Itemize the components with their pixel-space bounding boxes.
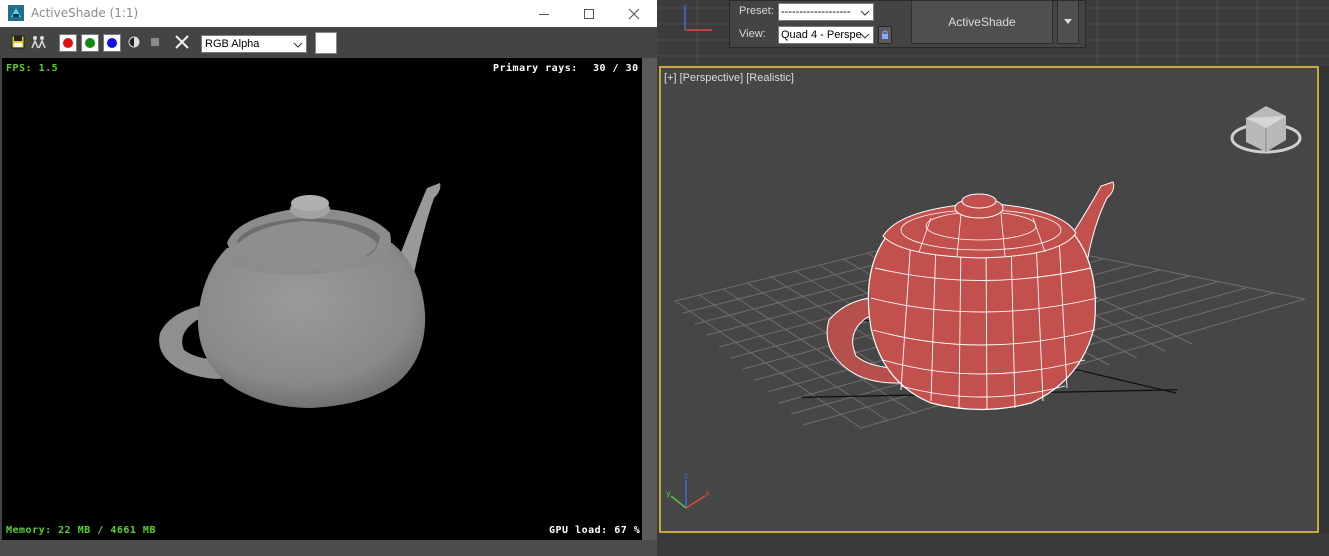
max-app-icon xyxy=(8,5,24,21)
perspective-viewport[interactable]: [+] [Perspective] [Realistic] z x y xyxy=(659,66,1319,533)
chevron-down-icon xyxy=(860,7,870,20)
view-select-value: Quad 4 - Perspe xyxy=(781,29,862,41)
channel-select[interactable]: RGB Alpha xyxy=(201,35,307,53)
red-channel-icon[interactable] xyxy=(59,34,77,52)
chevron-down-icon xyxy=(1064,19,1072,24)
window-bottom-edge xyxy=(0,540,657,556)
green-channel-icon[interactable] xyxy=(81,34,99,52)
color-swatch[interactable] xyxy=(315,32,337,54)
activeshade-dropdown-button[interactable] xyxy=(1057,0,1079,44)
save-icon[interactable] xyxy=(10,34,26,50)
view-select[interactable]: Quad 4 - Perspe xyxy=(778,26,874,44)
maximize-button[interactable] xyxy=(566,0,612,27)
view-label: View: xyxy=(739,28,766,40)
close-x-icon[interactable] xyxy=(174,34,190,50)
svg-text:y: y xyxy=(666,489,671,498)
viewport-scene: z x y xyxy=(666,106,1306,509)
svg-text:z: z xyxy=(684,471,688,480)
window-title: ActiveShade (1:1) xyxy=(31,6,139,20)
activeshade-window: ActiveShade (1:1) RGB Alpha FPS: 1.5 Pri… xyxy=(0,0,657,556)
lock-icon[interactable] xyxy=(878,26,892,44)
blue-channel-icon[interactable] xyxy=(103,34,121,52)
chevron-down-icon xyxy=(293,39,303,55)
close-button[interactable] xyxy=(611,0,657,27)
title-bar: ActiveShade (1:1) xyxy=(0,0,657,27)
mono-icon[interactable] xyxy=(126,34,142,50)
preset-select-value: ------------------- xyxy=(781,6,851,18)
viewport-edge xyxy=(1319,66,1329,556)
viewport-bottom-strip xyxy=(657,533,1329,556)
chevron-down-icon xyxy=(860,30,870,43)
rendered-teapot xyxy=(159,183,441,408)
axis-tripod-icon: z x y xyxy=(666,471,710,509)
activeshade-button[interactable]: ActiveShade xyxy=(911,0,1053,44)
preset-select[interactable]: ------------------- xyxy=(778,3,874,21)
preset-label: Preset: xyxy=(739,5,774,17)
channel-select-value: RGB Alpha xyxy=(205,38,260,50)
viewcube-icon xyxy=(1230,106,1302,154)
svg-text:x: x xyxy=(705,489,710,498)
render-canvas[interactable]: FPS: 1.5 Primary rays: 30 / 30 Memory: 2… xyxy=(2,58,642,540)
clone-icon[interactable] xyxy=(31,34,47,50)
clear-icon[interactable] xyxy=(147,34,163,50)
minimize-button[interactable] xyxy=(521,0,567,27)
window-edge xyxy=(642,58,657,556)
activeshade-button-label: ActiveShade xyxy=(948,15,1016,29)
